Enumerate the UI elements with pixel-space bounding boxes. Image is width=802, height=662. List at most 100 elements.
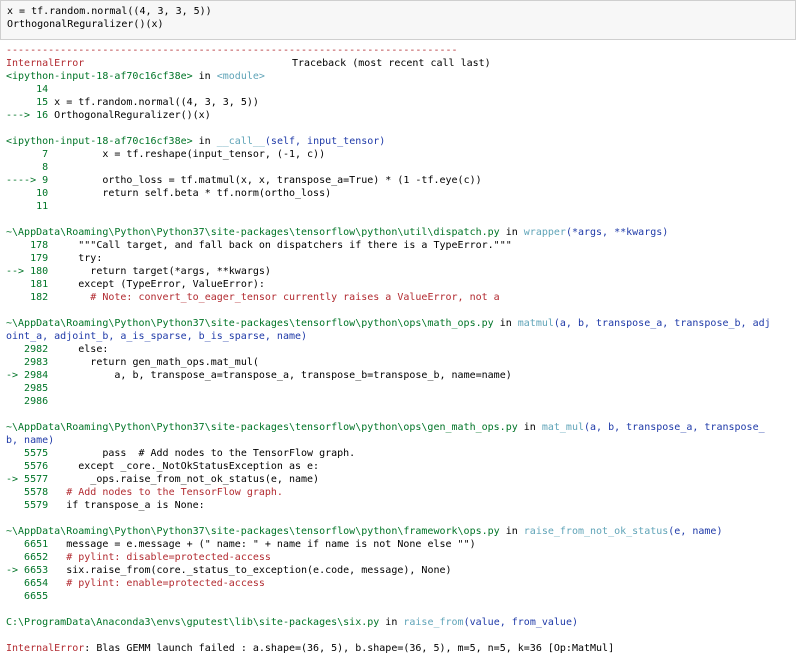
input-line-2: OrthogonalReguralizer()(x): [7, 19, 164, 30]
frame-args: (value, from_value): [463, 617, 578, 628]
frame-args: (self, input_tensor): [264, 136, 386, 147]
code-line: 5579 if transpose_a is None:: [6, 499, 800, 512]
line-number: -> 5577: [6, 474, 49, 485]
code-text: a, b, transpose_a=transpose_a, transpose…: [48, 370, 512, 381]
frame-header: <ipython-input-18-af70c16cf38e> in <modu…: [6, 70, 800, 83]
code-text: return gen_math_ops.mat_mul(: [48, 357, 259, 368]
line-number: -> 6653: [6, 565, 49, 576]
frame-in: in: [379, 617, 404, 628]
code-line: 182 # Note: convert_to_eager_tensor curr…: [6, 291, 800, 304]
line-number: 6654: [6, 578, 49, 589]
error-type: InternalError: [6, 58, 85, 69]
code-line-current: -> 6653 six.raise_from(core._status_to_e…: [6, 564, 800, 577]
line-number: 14: [6, 84, 49, 95]
frame-func: wrapper: [523, 227, 566, 238]
frame-header: ~\AppData\Roaming\Python\Python37\site-p…: [6, 317, 800, 330]
code-line: 2985: [6, 382, 800, 395]
code-text: ortho_loss = tf.matmul(x, x, transpose_a…: [48, 175, 482, 186]
code-text: x = tf.random.normal((4, 3, 3, 5)): [48, 97, 259, 108]
line-number: 15: [6, 97, 49, 108]
code-text: _ops.raise_from_not_ok_status(e, name): [48, 474, 320, 485]
line-number: ----> 9: [6, 175, 49, 186]
frame-file: <ipython-input-18-af70c16cf38e>: [6, 71, 193, 82]
frame-in: in: [192, 71, 217, 82]
frame-file: ~\AppData\Roaming\Python\Python37\site-p…: [6, 526, 500, 537]
frame-in: in: [493, 318, 518, 329]
code-line: 2983 return gen_math_ops.mat_mul(: [6, 356, 800, 369]
frame-args: b, name): [6, 435, 55, 446]
line-number: 10: [6, 188, 49, 199]
frame-file: ~\AppData\Roaming\Python\Python37\site-p…: [6, 422, 518, 433]
code-text: try:: [48, 253, 103, 264]
frame-in: in: [499, 526, 524, 537]
code-text: six.raise_from(core._status_to_exception…: [48, 565, 452, 576]
final-error-message: : Blas GEMM launch failed : a.shape=(36,…: [84, 643, 615, 654]
code-line: 181 except (TypeError, ValueError):: [6, 278, 800, 291]
code-line-current: -> 5577 _ops.raise_from_not_ok_status(e,…: [6, 473, 800, 486]
frame-file: C:\ProgramData\Anaconda3\envs\gputest\li…: [6, 617, 380, 628]
input-line-1: x = tf.random.normal((4, 3, 3, 5)): [7, 6, 212, 17]
code-line: 2982 else:: [6, 343, 800, 356]
code-line: 15 x = tf.random.normal((4, 3, 3, 5)): [6, 96, 800, 109]
code-text: # Note: convert_to_eager_tensor currentl…: [48, 292, 500, 303]
line-number: 5578: [6, 487, 49, 498]
line-number: 6655: [6, 591, 49, 602]
code-text: pass # Add nodes to the TensorFlow graph…: [48, 448, 356, 459]
frame-file: ~\AppData\Roaming\Python\Python37\site-p…: [6, 227, 500, 238]
code-line: 6654 # pylint: enable=protected-access: [6, 577, 800, 590]
line-number: 5579: [6, 500, 49, 511]
final-error: InternalError: Blas GEMM launch failed :…: [6, 642, 800, 655]
frame-func: raise_from_not_ok_status: [523, 526, 669, 537]
line-number: 6651: [6, 539, 49, 550]
line-number: 182: [6, 292, 49, 303]
code-line: 5575 pass # Add nodes to the TensorFlow …: [6, 447, 800, 460]
line-number: 179: [6, 253, 49, 264]
code-line-current: ---> 16 OrthogonalReguralizer()(x): [6, 109, 800, 122]
traceback-output: ----------------------------------------…: [6, 44, 800, 655]
frame-func: <module>: [216, 71, 265, 82]
line-number: 8: [6, 162, 49, 173]
code-text: return target(*args, **kwargs): [48, 266, 271, 277]
code-text: # pylint: disable=protected-access: [48, 552, 271, 563]
line-number: 11: [6, 201, 49, 212]
line-number: -> 2984: [6, 370, 49, 381]
frame-header: ~\AppData\Roaming\Python\Python37\site-p…: [6, 525, 800, 538]
code-line-current: -> 2984 a, b, transpose_a=transpose_a, t…: [6, 369, 800, 382]
traceback-header: InternalError Traceback (most recent call…: [6, 57, 800, 70]
frame-header: ~\AppData\Roaming\Python\Python37\site-p…: [6, 421, 800, 434]
frame-args: (a, b, transpose_a, transpose_b, adj: [553, 318, 771, 329]
line-number: 2985: [6, 383, 49, 394]
final-error-type: InternalError: [6, 643, 85, 654]
traceback-header-right: Traceback (most recent call last): [292, 58, 491, 69]
code-line: 2986: [6, 395, 800, 408]
code-text: return self.beta * tf.norm(ortho_loss): [48, 188, 332, 199]
frame-header-cont: b, name): [6, 434, 800, 447]
code-text: except (TypeError, ValueError):: [48, 279, 265, 290]
code-text: except _core._NotOkStatusException as e:: [48, 461, 320, 472]
code-line: 14: [6, 83, 800, 96]
code-input-cell[interactable]: x = tf.random.normal((4, 3, 3, 5)) Ortho…: [0, 0, 796, 40]
line-number: 178: [6, 240, 49, 251]
code-text: OrthogonalReguralizer()(x): [48, 110, 211, 121]
frame-in: in: [517, 422, 542, 433]
frame-in: in: [499, 227, 524, 238]
code-text: else:: [48, 344, 109, 355]
code-line: 5578 # Add nodes to the TensorFlow graph…: [6, 486, 800, 499]
line-number: 2986: [6, 396, 49, 407]
frame-func: mat_mul: [541, 422, 584, 433]
code-line-current: --> 180 return target(*args, **kwargs): [6, 265, 800, 278]
code-text: # pylint: enable=protected-access: [48, 578, 265, 589]
line-number: 7: [6, 149, 49, 160]
frame-header-cont: oint_a, adjoint_b, a_is_sparse, b_is_spa…: [6, 330, 800, 343]
frame-func: raise_from: [403, 617, 464, 628]
code-line: 8: [6, 161, 800, 174]
code-line: 5576 except _core._NotOkStatusException …: [6, 460, 800, 473]
code-text: message = e.message + (" name: " + name …: [48, 539, 476, 550]
code-text: x = tf.reshape(input_tensor, (-1, c)): [48, 149, 326, 160]
line-number: 181: [6, 279, 49, 290]
frame-args: (a, b, transpose_a, transpose_: [584, 422, 765, 433]
code-line: 178 """Call target, and fall back on dis…: [6, 239, 800, 252]
line-number: ---> 16: [6, 110, 49, 121]
code-text: # Add nodes to the TensorFlow graph.: [48, 487, 283, 498]
code-line: 6655: [6, 590, 800, 603]
